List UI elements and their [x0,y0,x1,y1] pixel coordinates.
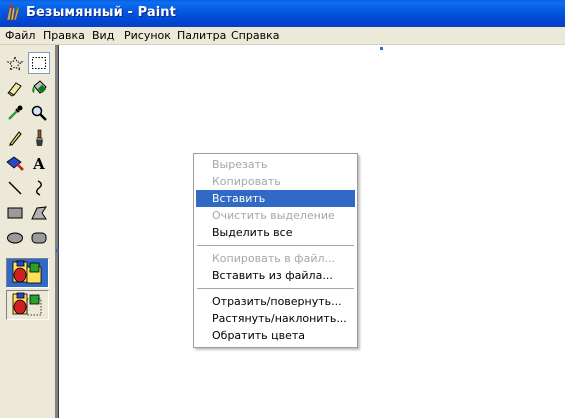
menu-item-select-all[interactable]: Выделить все [196,224,355,241]
polygon-icon[interactable] [28,202,50,224]
menu-item-cut[interactable]: Вырезать [196,156,355,173]
menu-file[interactable]: Файл [5,29,35,42]
rect-select-icon[interactable] [28,52,50,74]
ellipse-icon[interactable] [4,227,26,249]
resize-handle-top[interactable] [380,47,383,50]
menu-item-clear-selection[interactable]: Очистить выделение [196,207,355,224]
pencil-icon[interactable] [4,127,26,149]
fill-bucket-icon[interactable] [28,77,50,99]
context-menu: Вырезать Копировать Вставить Очистить вы… [193,153,358,348]
menu-item-invert-colors[interactable]: Обратить цвета [196,327,355,344]
svg-text:A: A [32,155,45,172]
menu-item-copy[interactable]: Копировать [196,173,355,190]
menu-help[interactable]: Справка [231,29,279,42]
menu-item-stretch-skew[interactable]: Растянуть/наклонить... [196,310,355,327]
line-icon[interactable] [4,177,26,199]
eraser-icon[interactable] [4,77,26,99]
magnifier-icon[interactable] [28,102,50,124]
menu-item-copy-to-file[interactable]: Копировать в файл... [196,250,355,267]
transparent-selection-option[interactable] [6,290,49,320]
rounded-rect-icon[interactable] [28,227,50,249]
canvas-border [55,45,59,418]
window-title: Безымянный - Paint [26,5,176,20]
menu-bar: Файл Правка Вид Рисунок Палитра Справка [0,27,565,45]
menu-separator [197,288,354,289]
text-icon[interactable]: A [28,152,50,174]
curve-icon[interactable] [28,177,50,199]
free-form-select-icon[interactable] [4,53,26,75]
menu-separator [197,245,354,246]
toolbox: A [0,45,55,418]
paint-palette-icon[interactable] [4,4,21,22]
menu-colors[interactable]: Палитра [177,29,226,42]
title-bar[interactable]: Безымянный - Paint [0,0,565,27]
menu-view[interactable]: Вид [92,29,114,42]
color-picker-icon[interactable] [4,102,26,124]
opaque-selection-option[interactable] [6,258,49,288]
rectangle-icon[interactable] [4,202,26,224]
brush-icon[interactable] [28,127,50,149]
resize-handle-left[interactable] [56,249,59,252]
menu-item-flip-rotate[interactable]: Отразить/повернуть... [196,293,355,310]
menu-edit[interactable]: Правка [43,29,85,42]
menu-image[interactable]: Рисунок [124,29,171,42]
menu-item-paste[interactable]: Вставить [196,190,355,207]
menu-item-paste-from-file[interactable]: Вставить из файла... [196,267,355,284]
airbrush-icon[interactable] [4,152,26,174]
